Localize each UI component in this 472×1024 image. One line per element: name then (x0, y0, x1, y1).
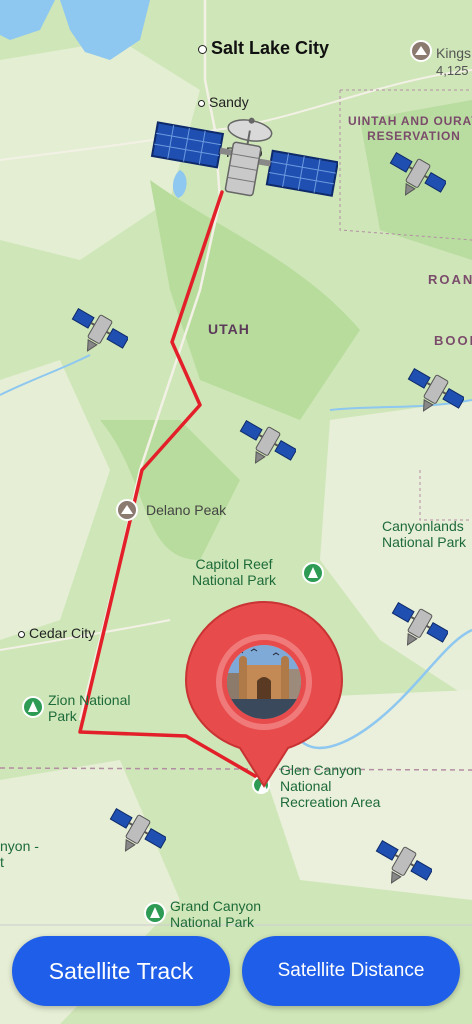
road-label-book: BOOK (434, 333, 472, 348)
satellite-icon[interactable] (374, 836, 432, 890)
park-label-capitol-reef: Capitol Reef National Park (192, 556, 277, 588)
satellite-icon[interactable] (406, 364, 464, 418)
park-label-grand-canyon: Grand Canyon National Park (170, 898, 262, 930)
satellite-icon[interactable] (108, 804, 166, 858)
park-icon (302, 562, 324, 584)
landmark-photo (222, 640, 306, 724)
location-pin-icon[interactable] (184, 600, 344, 790)
satellite-icon[interactable] (70, 304, 128, 358)
city-label-salt-lake: Salt Lake City (198, 38, 329, 59)
park-icon (144, 902, 166, 924)
road-label-roan: ROAN (428, 272, 472, 287)
park-label-canyonlands: Canyonlands National Park (382, 518, 467, 550)
park-icon (22, 696, 44, 718)
park-label-partial: nyon -t (0, 838, 39, 870)
satellite-icon[interactable] (238, 416, 296, 470)
city-label-cedar: Cedar City (18, 625, 95, 641)
map-view[interactable]: Salt Lake City Sandy Provo Cedar City UT… (0, 0, 472, 1024)
satellite-track-button[interactable]: Satellite Track (12, 936, 230, 1006)
peak-label-delano: Delano Peak (146, 502, 227, 518)
state-label: UTAH (208, 321, 250, 337)
satellite-distance-button[interactable]: Satellite Distance (242, 936, 460, 1006)
park-label-zion: Zion National Park (48, 692, 131, 724)
peak-label-kings: Kings Peak 4,125 (436, 45, 472, 78)
reservation-label: UINTAH AND OURAY RESERVATION (348, 114, 472, 143)
mountain-icon (116, 499, 138, 521)
satellite-icon[interactable] (388, 148, 446, 202)
mountain-icon (410, 40, 432, 62)
satellite-icon[interactable] (150, 116, 338, 212)
satellite-icon[interactable] (390, 598, 448, 652)
city-label-sandy: Sandy (198, 94, 249, 110)
